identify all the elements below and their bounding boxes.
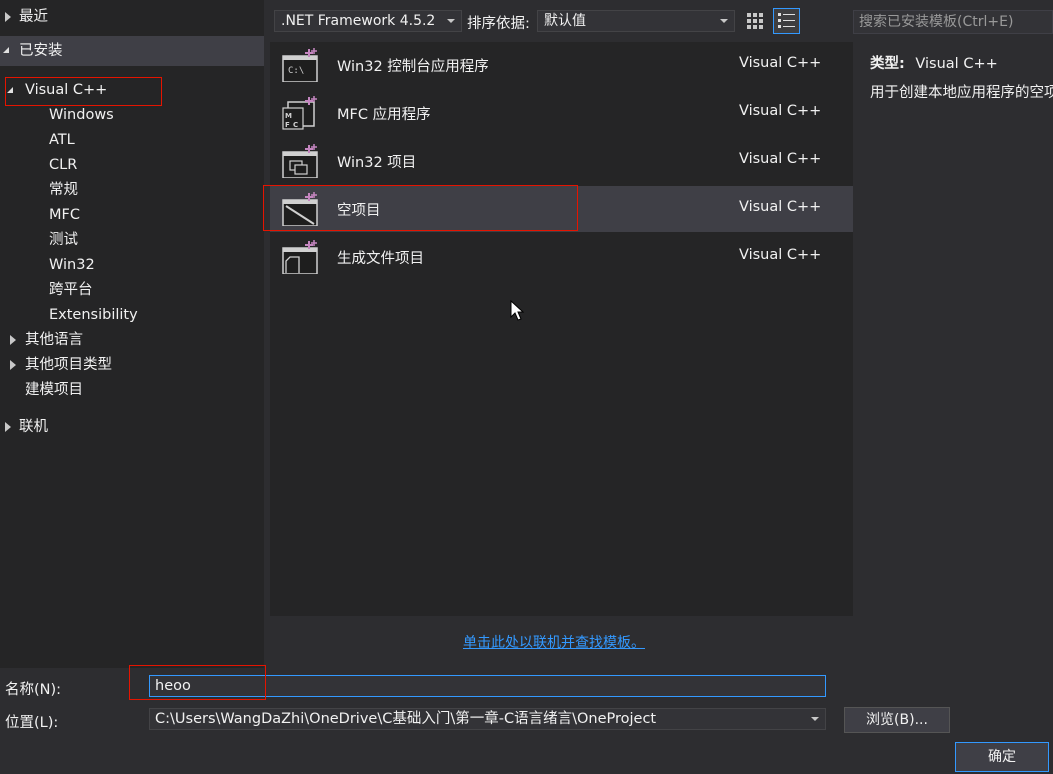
tree-item-mfc[interactable]: MFC bbox=[49, 203, 80, 227]
makefile-project-icon bbox=[282, 240, 318, 274]
template-type-info: 类型: Visual C++ bbox=[870, 52, 998, 73]
collapse-arrow-icon[interactable] bbox=[3, 47, 9, 53]
template-name: 生成文件项目 bbox=[337, 251, 424, 267]
expand-arrow-icon[interactable] bbox=[10, 360, 16, 370]
template-list: C:\ Win32 控制台应用程序 Visual C++ M F C MFC 应… bbox=[270, 42, 853, 616]
console-app-icon: C:\ bbox=[282, 48, 318, 82]
template-name: Win32 项目 bbox=[337, 155, 417, 171]
expand-arrow-icon[interactable] bbox=[5, 12, 11, 22]
template-language: Visual C++ bbox=[739, 199, 822, 215]
sort-label: 排序依据: bbox=[467, 16, 530, 32]
tree-item-extensibility[interactable]: Extensibility bbox=[49, 303, 138, 327]
small-icons-view-button[interactable] bbox=[744, 10, 766, 32]
tree-item-atl[interactable]: ATL bbox=[49, 128, 75, 152]
chevron-down-icon bbox=[811, 717, 819, 721]
framework-select-value: .NET Framework 4.5.2 bbox=[281, 13, 436, 29]
template-row-win32[interactable]: Win32 项目 Visual C++ bbox=[270, 138, 853, 184]
tree-item-cross-platform[interactable]: 跨平台 bbox=[49, 278, 93, 302]
expand-arrow-icon[interactable] bbox=[5, 422, 11, 432]
expand-arrow-icon[interactable] bbox=[10, 335, 16, 345]
win32-project-icon bbox=[282, 144, 318, 178]
sort-select[interactable]: 默认值 bbox=[537, 10, 735, 32]
name-label: 名称(N): bbox=[5, 682, 62, 698]
template-language: Visual C++ bbox=[739, 151, 822, 167]
tree-item-label: 其他项目类型 bbox=[25, 357, 112, 373]
online-templates-link[interactable]: 单击此处以联机并查找模板。 bbox=[463, 632, 645, 652]
template-name: Win32 控制台应用程序 bbox=[337, 59, 489, 75]
tree-item-win32[interactable]: Win32 bbox=[49, 253, 95, 277]
framework-select[interactable]: .NET Framework 4.5.2 bbox=[274, 10, 462, 32]
grid-view-icon bbox=[747, 13, 763, 29]
location-value: C:\Users\WangDaZhi\OneDrive\C基础入门\第一章-C语… bbox=[155, 711, 657, 727]
tree-item-test[interactable]: 测试 bbox=[49, 228, 78, 252]
svg-text:M: M bbox=[285, 112, 292, 120]
template-language: Visual C++ bbox=[739, 55, 822, 71]
tree-item-label: 其他语言 bbox=[25, 332, 83, 348]
template-search-input[interactable]: 搜索已安装模板(Ctrl+E) bbox=[853, 10, 1053, 34]
mouse-cursor-icon bbox=[510, 300, 525, 321]
highlight-box bbox=[5, 77, 162, 106]
template-row-makefile[interactable]: 生成文件项目 Visual C++ bbox=[270, 234, 853, 280]
type-value: Visual C++ bbox=[915, 56, 998, 72]
ok-button[interactable]: 确定 bbox=[955, 742, 1049, 772]
tree-item-label: 联机 bbox=[19, 419, 48, 435]
mfc-app-icon: M F C bbox=[282, 96, 317, 130]
tree-item-clr[interactable]: CLR bbox=[49, 153, 77, 177]
highlight-box bbox=[129, 665, 266, 700]
tree-item-general[interactable]: 常规 bbox=[49, 178, 78, 202]
tree-item-windows[interactable]: Windows bbox=[49, 103, 114, 127]
location-label: 位置(L): bbox=[5, 715, 59, 731]
location-select[interactable]: C:\Users\WangDaZhi\OneDrive\C基础入门\第一章-C语… bbox=[149, 708, 826, 730]
tree-item-modeling-projects[interactable]: 建模项目 bbox=[25, 378, 83, 402]
template-description: 用于创建本地应用程序的空项 bbox=[870, 85, 1053, 101]
tree-item-installed[interactable]: 已安装 bbox=[0, 36, 264, 66]
tree-item-label: 最近 bbox=[19, 9, 48, 25]
highlight-box bbox=[263, 185, 578, 231]
svg-text:F: F bbox=[285, 121, 290, 129]
type-label: 类型: bbox=[870, 56, 905, 72]
template-name: MFC 应用程序 bbox=[337, 107, 431, 123]
tree-item-label: 已安装 bbox=[19, 43, 63, 59]
chevron-down-icon bbox=[447, 19, 455, 23]
list-view-button[interactable] bbox=[773, 8, 800, 34]
chevron-down-icon bbox=[720, 19, 728, 23]
template-language: Visual C++ bbox=[739, 103, 822, 119]
svg-text:C: C bbox=[293, 121, 298, 129]
template-row-mfc[interactable]: M F C MFC 应用程序 Visual C++ bbox=[270, 90, 853, 136]
template-row-console[interactable]: C:\ Win32 控制台应用程序 Visual C++ bbox=[270, 42, 853, 88]
svg-text:C:\: C:\ bbox=[288, 66, 304, 76]
template-language: Visual C++ bbox=[739, 247, 822, 263]
sort-select-value: 默认值 bbox=[544, 13, 586, 29]
list-view-icon bbox=[778, 13, 795, 28]
browse-button[interactable]: 浏览(B)... bbox=[844, 707, 950, 733]
